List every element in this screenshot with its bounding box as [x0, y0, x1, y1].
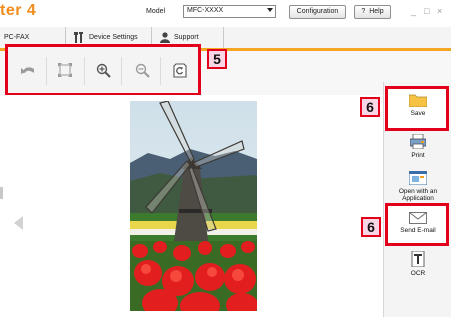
zoom-out-icon [135, 63, 150, 78]
minimize-icon[interactable]: _ [411, 6, 416, 16]
configuration-label: Configuration [296, 8, 339, 15]
open-with-application-button[interactable]: Open with an Application [390, 171, 446, 202]
zoom-in-button[interactable] [91, 58, 115, 82]
fit-page-button[interactable] [53, 58, 77, 82]
envelope-icon [409, 212, 427, 224]
print-button[interactable]: Print [390, 134, 446, 159]
save-label: Save [410, 110, 426, 117]
help-label: Help [369, 8, 384, 15]
viewer-toolbar [5, 44, 201, 96]
close-icon[interactable]: × [437, 6, 442, 16]
zoom-out-button[interactable] [130, 58, 154, 82]
model-value: MFC-XXXX [187, 7, 224, 14]
send-email-label: Send E-mail [400, 227, 436, 234]
model-label: Model [146, 8, 166, 15]
help-button[interactable]: ? Help [354, 5, 391, 19]
open-with-application-label: Open with an Application [398, 188, 438, 202]
dropdown-arrow-icon [267, 8, 273, 12]
scanned-image-preview [130, 101, 257, 311]
splitter-handle[interactable] [0, 187, 3, 199]
tools-icon [74, 32, 83, 43]
tab-label: Support [174, 34, 199, 41]
fit-page-icon [58, 63, 72, 77]
save-button[interactable]: Save [390, 93, 446, 117]
refresh-button[interactable] [168, 58, 192, 82]
toolbar-divider [160, 57, 161, 85]
callout-6-save: 6 [360, 97, 380, 117]
zoom-in-icon [96, 63, 111, 78]
ocr-button[interactable]: OCR [390, 251, 446, 277]
app-window-icon [409, 171, 427, 185]
toolbar-divider [121, 57, 122, 85]
ocr-document-icon [411, 251, 425, 267]
printer-icon [410, 134, 426, 149]
ocr-label: OCR [410, 270, 426, 277]
previous-page-arrow-icon[interactable] [14, 216, 23, 230]
configuration-button[interactable]: Configuration [289, 5, 346, 19]
person-icon [160, 32, 170, 43]
model-select[interactable]: MFC-XXXX [183, 5, 276, 18]
callout-6-email: 6 [361, 217, 381, 237]
tab-label: Device Settings [89, 34, 138, 41]
title-bar: ter 4 Model MFC-XXXX Configuration ? Hel… [0, 0, 451, 27]
rotate-icon [21, 67, 34, 74]
rotate-button[interactable] [16, 58, 40, 82]
refresh-icon [173, 62, 187, 78]
callout-5: 5 [207, 49, 227, 69]
app-title: ter 4 [0, 2, 37, 19]
toolbar-divider [46, 57, 47, 85]
print-label: Print [411, 152, 425, 159]
help-icon: ? [361, 8, 366, 15]
toolbar-divider [84, 57, 85, 85]
tab-label: PC-FAX [4, 34, 30, 41]
maximize-icon[interactable]: □ [424, 6, 429, 16]
folder-icon [409, 94, 427, 107]
send-email-button[interactable]: Send E-mail [390, 212, 446, 234]
